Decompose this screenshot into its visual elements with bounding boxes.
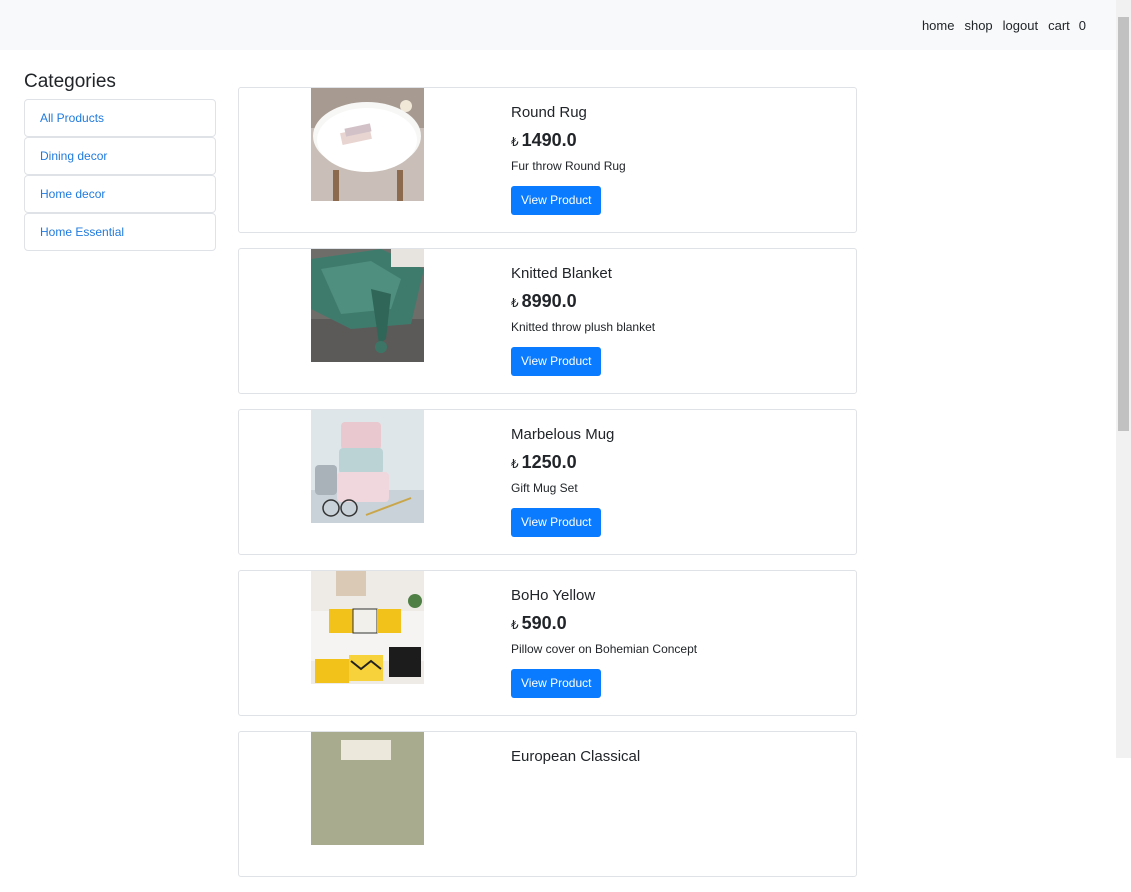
product-description: Pillow cover on Bohemian Concept [511, 642, 698, 656]
fur-rug-stool-image [311, 88, 424, 201]
marble-mugs-image [311, 410, 424, 523]
view-product-button[interactable]: View Product [511, 347, 602, 376]
cart-count-badge: 0 [1078, 18, 1086, 33]
nav-home-link[interactable]: home [922, 18, 955, 33]
product-description: Knitted throw plush blanket [511, 320, 656, 334]
product-description: Gift Mug Set [511, 481, 578, 495]
product-price: ₺ 1490.0 [511, 130, 626, 151]
category-home-essential[interactable]: Home Essential [24, 213, 216, 251]
product-price: ₺ 1250.0 [511, 452, 614, 473]
view-product-button[interactable]: View Product [511, 669, 602, 698]
category-sidebar: Categories All Products Dining decor Hom… [24, 71, 216, 251]
sidebar-title: Categories [24, 71, 116, 92]
product-card: Marbelous Mug ₺ 1250.0 Gift Mug Set View … [238, 409, 857, 555]
product-name: Marbelous Mug [511, 426, 615, 443]
product-info: Round Rug ₺ 1490.0 Fur throw Round Rug Vi… [511, 104, 626, 215]
nav-cart-link[interactable]: cart [1048, 18, 1070, 33]
price-value: 8990.0 [521, 291, 577, 311]
category-dining-decor[interactable]: Dining decor [24, 137, 216, 175]
product-info: Knitted Blanket ₺ 8990.0 Knitted throw pl… [511, 265, 655, 376]
product-price: ₺ 590.0 [511, 613, 697, 634]
price-value: 1490.0 [521, 130, 577, 150]
currency-symbol: ₺ [511, 296, 519, 310]
boho-pillows-image [311, 571, 424, 684]
nav-shop-link[interactable]: shop [964, 18, 992, 33]
product-card: Round Rug ₺ 1490.0 Fur throw Round Rug Vi… [238, 87, 857, 233]
currency-symbol: ₺ [511, 457, 519, 471]
scrollbar-thumb[interactable] [1118, 17, 1129, 431]
product-description: Fur throw Round Rug [511, 159, 626, 173]
price-value: 590.0 [521, 613, 567, 633]
product-price: ₺ 8990.0 [511, 291, 655, 312]
knitted-blanket-image [311, 249, 424, 362]
category-all-products[interactable]: All Products [24, 99, 216, 137]
product-info: European Classical [511, 748, 640, 774]
product-name: European Classical [511, 748, 641, 765]
product-name: Round Rug [511, 104, 587, 121]
product-info: Marbelous Mug ₺ 1250.0 Gift Mug Set View … [511, 426, 614, 537]
view-product-button[interactable]: View Product [511, 186, 602, 215]
nav-links: home shop logout cart 0 [912, 18, 1086, 33]
category-home-decor[interactable]: Home decor [24, 175, 216, 213]
currency-symbol: ₺ [511, 135, 519, 149]
currency-symbol: ₺ [511, 618, 519, 632]
product-name: BoHo Yellow [511, 587, 596, 604]
page-scrollbar[interactable] [1116, 0, 1131, 758]
product-card: BoHo Yellow ₺ 590.0 Pillow cover on Bohem… [238, 570, 857, 716]
view-product-button[interactable]: View Product [511, 508, 602, 537]
product-list: Round Rug ₺ 1490.0 Fur throw Round Rug Vi… [238, 87, 857, 892]
product-card: Knitted Blanket ₺ 8990.0 Knitted throw pl… [238, 248, 857, 394]
european-classical-image [311, 732, 424, 845]
category-list: All Products Dining decor Home decor Hom… [24, 99, 216, 251]
price-value: 1250.0 [521, 452, 577, 472]
product-info: BoHo Yellow ₺ 590.0 Pillow cover on Bohem… [511, 587, 697, 698]
product-name: Knitted Blanket [511, 265, 612, 282]
top-navbar: home shop logout cart 0 [0, 0, 1116, 50]
product-card: European Classical [238, 731, 857, 877]
nav-logout-link[interactable]: logout [1003, 18, 1038, 33]
